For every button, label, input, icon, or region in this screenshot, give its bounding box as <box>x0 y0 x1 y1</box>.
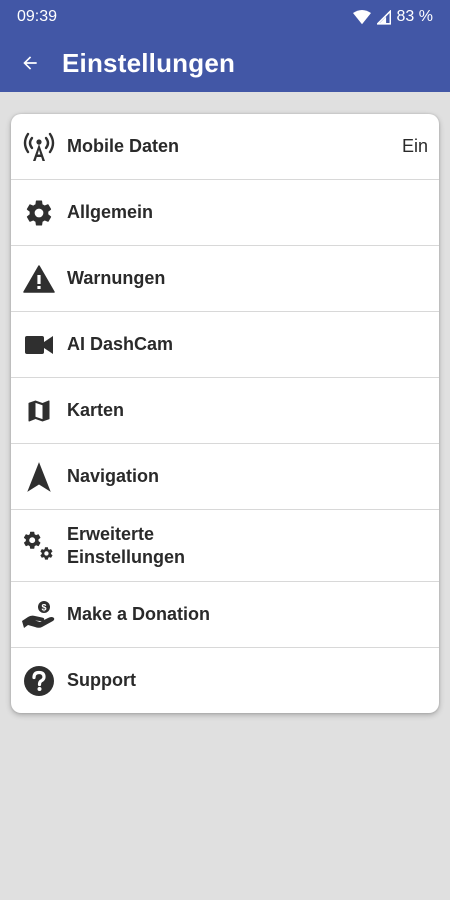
video-camera-icon <box>25 335 53 354</box>
menu-item-mobile-data[interactable]: Mobile Daten Ein <box>11 114 439 180</box>
map-icon <box>28 400 50 421</box>
menu-item-ai-dashcam[interactable]: AI DashCam <box>11 312 439 378</box>
menu-item-donation[interactable]: $ Make a Donation <box>11 582 439 648</box>
menu-item-label: Make a Donation <box>67 604 211 624</box>
menu-item-advanced-settings[interactable]: Erweiterte Einstellungen <box>11 510 439 582</box>
menu-item-general[interactable]: Allgemein <box>11 180 439 246</box>
menu-item-label: Karten <box>67 400 125 420</box>
settings-list: Mobile Daten Ein Allgemein Warnungen AI … <box>11 114 439 713</box>
gears-icon <box>23 531 53 560</box>
warning-icon <box>23 264 55 293</box>
donation-hand-icon: $ <box>22 600 55 628</box>
help-icon <box>24 665 54 696</box>
menu-item-label: Allgemein <box>67 202 154 222</box>
menu-item-label: Warnungen <box>67 268 166 288</box>
menu-item-maps[interactable]: Karten <box>11 378 439 444</box>
navigation-arrow-icon <box>27 461 51 492</box>
back-button[interactable] <box>0 34 60 92</box>
menu-item-warnings[interactable]: Warnungen <box>11 246 439 312</box>
menu-item-navigation[interactable]: Navigation <box>11 444 439 510</box>
status-time: 09:39 <box>17 8 58 25</box>
wifi-icon <box>352 9 371 24</box>
svg-text:$: $ <box>41 602 46 612</box>
menu-item-label: Erweiterte Einstellungen <box>67 523 186 567</box>
menu-item-label: Navigation <box>67 466 160 486</box>
menu-item-label: Support <box>67 670 136 690</box>
menu-item-support[interactable]: Support <box>11 648 439 713</box>
menu-item-label: AI DashCam <box>67 334 174 354</box>
app-bar: Einstellungen <box>0 34 450 92</box>
arrow-back-icon <box>23 56 37 70</box>
mobile-data-status: Ein <box>401 136 428 156</box>
menu-item-label: Mobile Daten <box>67 136 180 156</box>
status-bar: 09:39 83 % <box>0 0 450 34</box>
status-icons: 83 % <box>352 8 433 26</box>
gear-icon <box>26 200 52 226</box>
page-title: Einstellungen <box>62 47 236 78</box>
antenna-icon <box>23 132 55 161</box>
cell-signal-icon <box>376 9 391 25</box>
battery-percent: 83 % <box>396 8 433 25</box>
